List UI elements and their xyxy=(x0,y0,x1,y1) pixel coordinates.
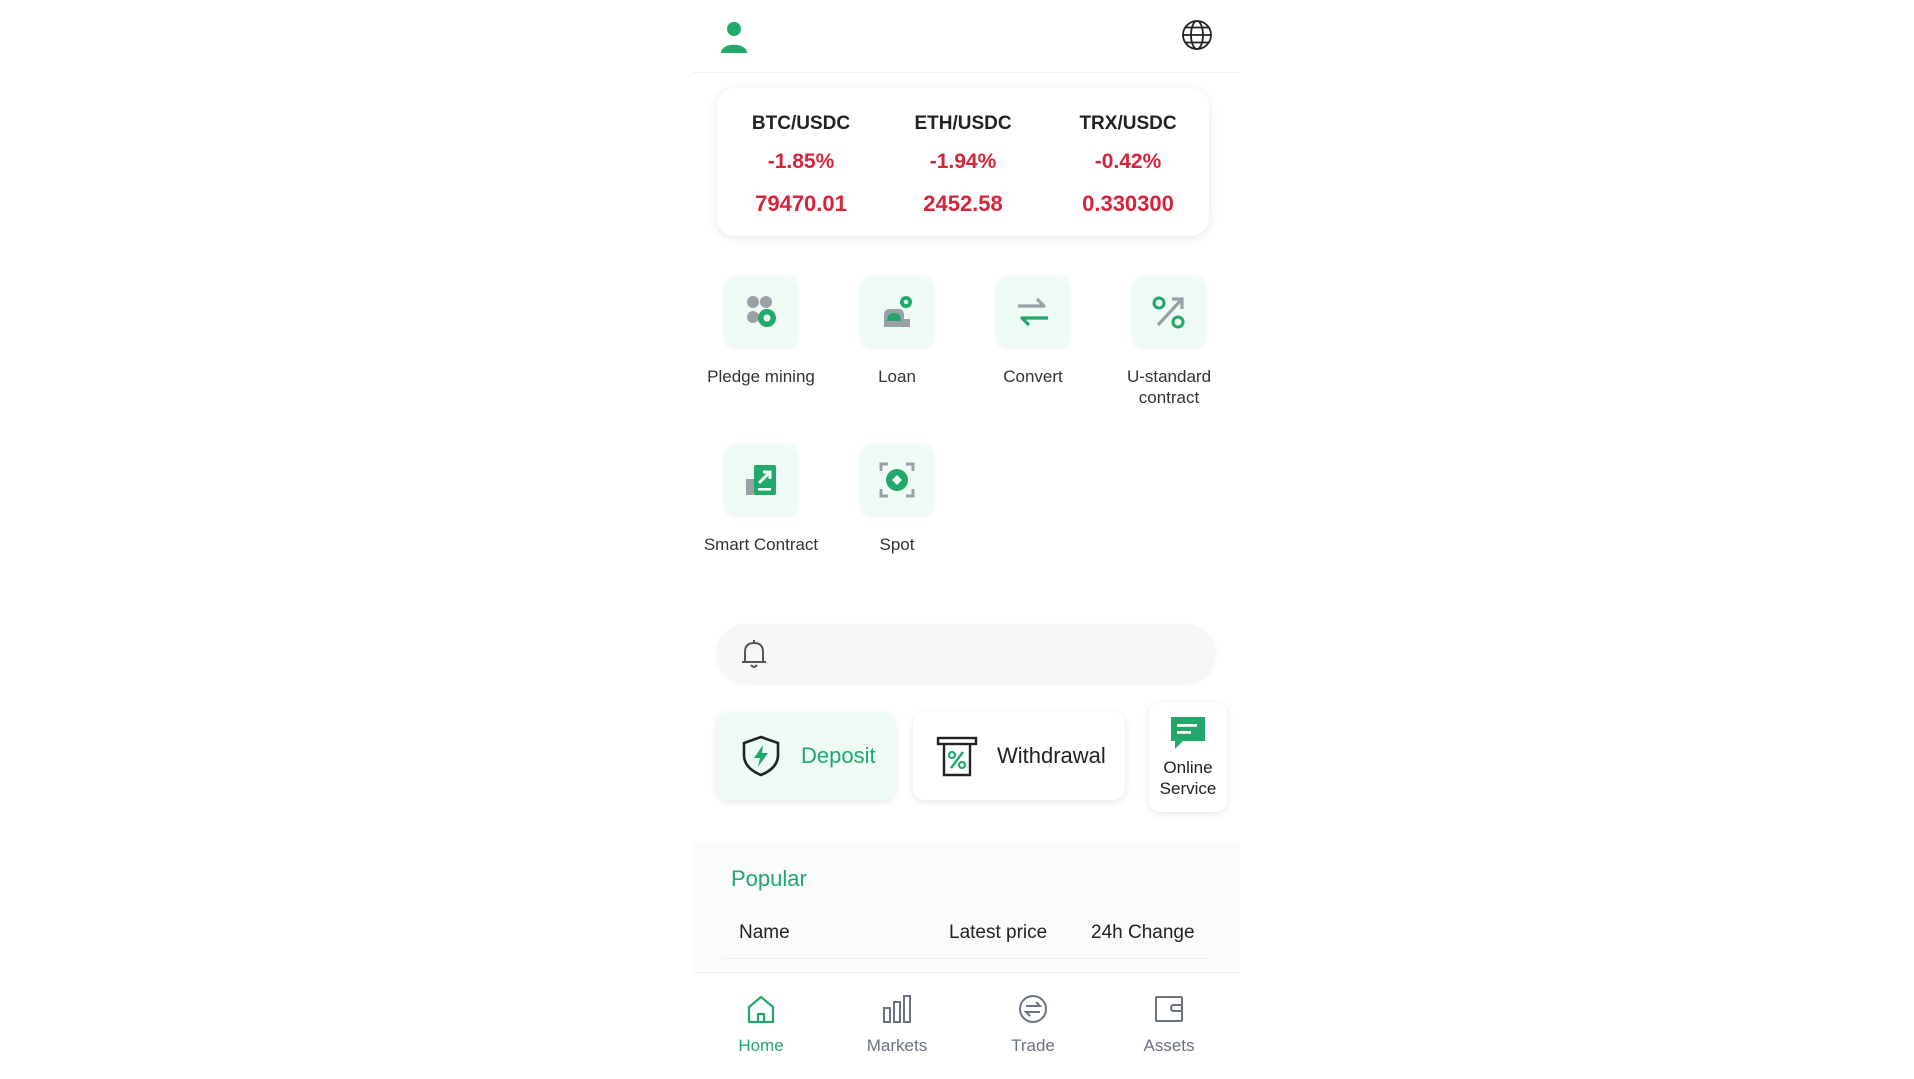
deposit-button[interactable]: Deposit xyxy=(717,712,895,800)
ticker-pair: TRX/USDC xyxy=(1079,113,1177,134)
tab-trade[interactable]: Trade xyxy=(965,993,1101,1056)
ticker-change: -1.94% xyxy=(929,150,997,173)
feature-label: Spot xyxy=(879,535,915,554)
tab-label: Home xyxy=(738,1036,784,1055)
column-header-24h-change: 24h Change xyxy=(1091,922,1195,943)
feature-smart-contract[interactable]: Smart Contract xyxy=(693,444,829,555)
ticker-price: 2452.58 xyxy=(923,191,1003,216)
withdraw-percent-icon xyxy=(936,736,978,777)
popular-section: Popular Name Latest price 24h Change xyxy=(693,842,1239,970)
tab-home[interactable]: Home xyxy=(693,993,829,1056)
feature-pledge-mining[interactable]: Pledge mining xyxy=(693,276,829,387)
ticker-pair: BTC/USDC xyxy=(751,113,851,134)
wallet-icon xyxy=(1155,996,1183,1022)
ticker-price: 79470.01 xyxy=(755,191,847,216)
feature-label: Pledge mining xyxy=(707,367,815,386)
feature-spot[interactable]: Spot xyxy=(829,444,965,555)
bottom-tab-bar: Home Markets Trade Assets xyxy=(693,972,1239,1079)
online-service-button[interactable]: Online Service xyxy=(1149,702,1227,812)
bell-icon xyxy=(742,640,766,668)
ticker-pair: ETH/USDC xyxy=(914,113,1012,134)
tab-label: Markets xyxy=(866,1036,928,1055)
exchange-icon xyxy=(1019,995,1047,1023)
bar-chart-icon xyxy=(883,995,911,1023)
feature-convert[interactable]: Convert xyxy=(965,276,1101,387)
ticker-change: -0.42% xyxy=(1094,150,1162,173)
coins-icon xyxy=(747,296,776,327)
top-bar xyxy=(693,0,1239,73)
feature-label: Smart Contract xyxy=(703,535,819,554)
contract-chart-icon xyxy=(746,465,776,495)
shield-bolt-icon xyxy=(742,735,780,777)
deposit-label: Deposit xyxy=(801,743,876,768)
home-icon xyxy=(747,995,775,1024)
feature-u-standard-contract[interactable]: U-standard contract xyxy=(1101,276,1237,408)
ticker-btc[interactable]: BTC/USDC -1.85% 79470.01 xyxy=(721,110,881,218)
ticker-price: 0.330300 xyxy=(1082,191,1174,216)
app-screen: BTC/USDC -1.85% 79470.01 ETH/USDC -1.94%… xyxy=(693,0,1239,1079)
notice-bar[interactable] xyxy=(717,624,1215,682)
feature-loan[interactable]: Loan xyxy=(829,276,965,387)
ticker-eth[interactable]: ETH/USDC -1.94% 2452.58 xyxy=(883,110,1043,218)
feature-label: Loan xyxy=(878,367,916,386)
tab-assets[interactable]: Assets xyxy=(1101,993,1237,1056)
tab-label: Trade xyxy=(1011,1036,1055,1055)
loan-icon xyxy=(884,296,912,327)
feature-label: Convert xyxy=(1003,367,1063,386)
percent-arrow-icon xyxy=(1152,296,1185,329)
globe-icon[interactable] xyxy=(1180,18,1214,52)
column-header-name: Name xyxy=(739,922,790,943)
withdrawal-label: Withdrawal xyxy=(997,743,1106,768)
feature-label: U-standard contract xyxy=(1126,367,1212,407)
header-divider xyxy=(723,958,1209,959)
popular-title[interactable]: Popular xyxy=(731,866,807,892)
ticker-change: -1.85% xyxy=(767,150,835,173)
swap-arrows-icon xyxy=(1018,297,1048,327)
user-icon[interactable] xyxy=(719,20,749,54)
online-service-label: Online Service xyxy=(1159,758,1217,798)
chat-icon xyxy=(1171,717,1205,749)
tab-label: Assets xyxy=(1143,1036,1195,1055)
ticker-card: BTC/USDC -1.85% 79470.01 ETH/USDC -1.94%… xyxy=(717,88,1209,236)
column-header-latest-price: Latest price xyxy=(949,922,1048,943)
target-icon xyxy=(879,462,915,498)
tab-markets[interactable]: Markets xyxy=(829,993,965,1056)
ticker-trx[interactable]: TRX/USDC -0.42% 0.330300 xyxy=(1048,110,1208,218)
withdrawal-button[interactable]: Withdrawal xyxy=(913,712,1125,800)
